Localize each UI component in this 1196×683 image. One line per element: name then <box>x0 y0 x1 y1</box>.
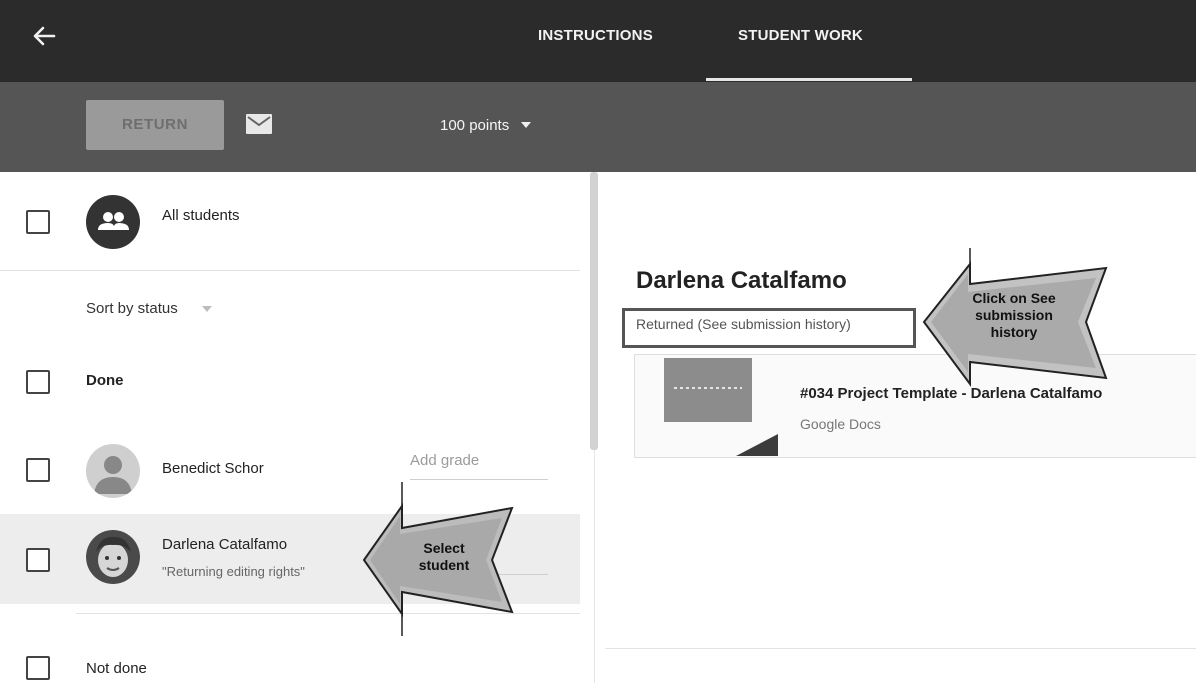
submission-status-link[interactable]: Returned (See submission history) <box>636 316 851 332</box>
return-button[interactable]: RETURN <box>86 100 224 150</box>
group-icon <box>98 212 129 230</box>
section-not-done-label: Not done <box>86 660 147 677</box>
all-students-row[interactable]: All students <box>0 172 580 270</box>
sort-dropdown[interactable]: Sort by status <box>86 300 212 317</box>
student-name: Darlena Catalfamo <box>162 536 288 553</box>
grading-toolbar: RETURN 100 points <box>0 82 1196 172</box>
done-section-checkbox[interactable] <box>26 370 50 394</box>
mail-icon[interactable] <box>245 112 273 136</box>
points-value: 100 points <box>440 116 510 134</box>
student-name: Benedict Schor <box>162 460 264 477</box>
group-avatar <box>86 195 140 249</box>
private-comment: "Returning editing rights" <box>162 564 305 579</box>
selected-student-name: Darlena Catalfamo <box>636 267 847 294</box>
caret-down-icon <box>521 122 532 128</box>
avatar <box>86 444 140 498</box>
student-photo-avatar <box>86 530 140 584</box>
student-checkbox[interactable] <box>26 548 50 572</box>
attachment-type: Google Docs <box>800 416 881 432</box>
person-icon <box>94 456 132 494</box>
points-dropdown[interactable]: 100 points <box>440 112 532 138</box>
doc-corner-fold <box>736 434 778 456</box>
divider <box>605 648 1196 649</box>
caret-down-icon <box>201 305 212 312</box>
all-students-label: All students <box>162 207 240 224</box>
doc-preview-icon <box>674 387 742 389</box>
sort-label: Sort by status <box>86 300 178 317</box>
doc-thumbnail <box>664 358 752 422</box>
divider <box>0 270 580 271</box>
all-students-checkbox[interactable] <box>26 210 50 234</box>
see-history-callout-text: Click on See submission history <box>972 290 1056 340</box>
avatar <box>86 530 140 584</box>
tab-instructions[interactable]: INSTRUCTIONS <box>538 0 653 82</box>
grade-input[interactable]: Add grade <box>410 452 548 480</box>
arrow-left-icon[interactable] <box>28 20 60 52</box>
active-tab-indicator <box>706 78 912 81</box>
student-checkbox[interactable] <box>26 458 50 482</box>
tab-student-work[interactable]: STUDENT WORK <box>738 0 863 82</box>
top-nav-bar: INSTRUCTIONS STUDENT WORK <box>0 0 1196 82</box>
list-scrollbar[interactable] <box>590 172 598 450</box>
not-done-section-checkbox[interactable] <box>26 656 50 680</box>
select-student-callout-text: Select student <box>418 540 470 573</box>
section-done-label: Done <box>86 372 124 389</box>
